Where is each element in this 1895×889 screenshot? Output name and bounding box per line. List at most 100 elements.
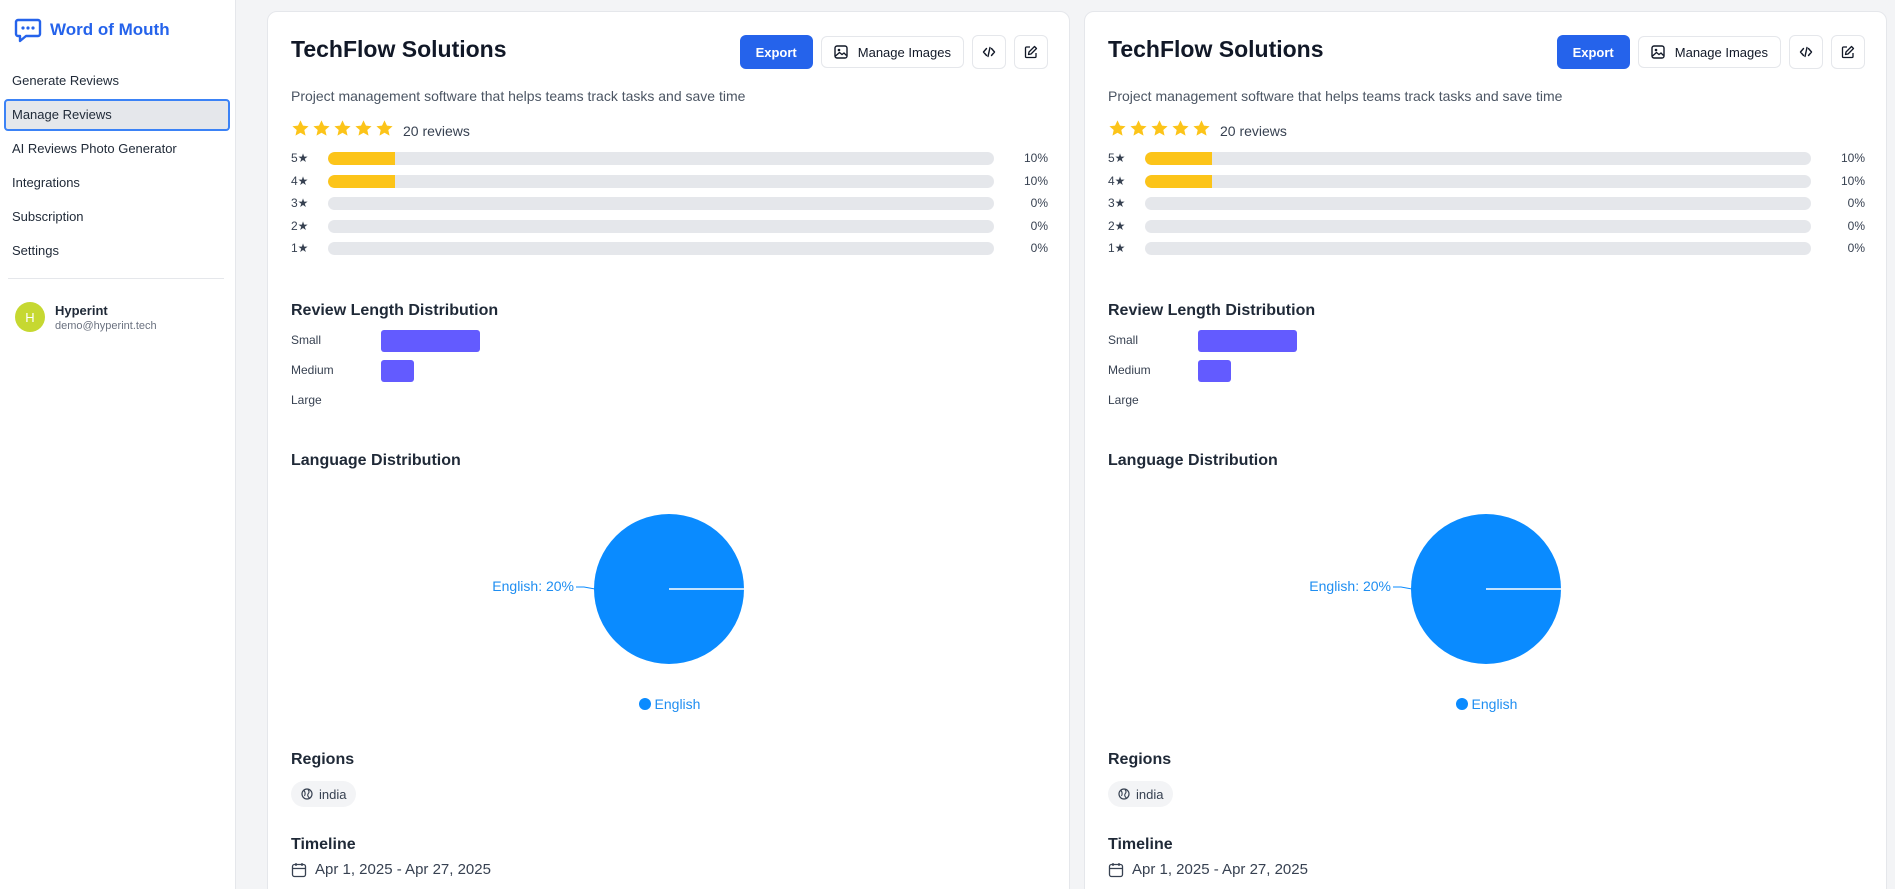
language-pie-chart: English: 20% <box>1309 514 1561 664</box>
star-icon <box>1151 120 1168 136</box>
rating-row-label: 4★ <box>291 173 309 188</box>
sidebar-item-ai-reviews-photo-generator[interactable]: AI Reviews Photo Generator <box>4 133 230 165</box>
rating-row: 5★ 10% <box>1108 148 1865 171</box>
length-row-label: Small <box>291 333 322 347</box>
length-row: Small <box>1108 330 1508 352</box>
timeline: Apr 1, 2025 - Apr 27, 2025 <box>1108 861 1308 878</box>
rating-row-percent: 10% <box>1840 173 1865 188</box>
rating-row: 4★ 10% <box>291 171 1048 194</box>
region-chip: india <box>291 781 357 807</box>
rating-row-label: 5★ <box>1108 151 1126 165</box>
rating-bar-fill <box>328 174 395 188</box>
embed-code-button[interactable] <box>972 35 1006 69</box>
language-distribution-title: Language Distribution <box>291 452 461 469</box>
pie-legend[interactable]: English <box>1108 696 1865 712</box>
sidebar-item-integrations[interactable]: Integrations <box>4 167 230 199</box>
sidebar-item-generate-reviews[interactable]: Generate Reviews <box>4 65 230 97</box>
rating-row-percent: 0% <box>1847 218 1865 233</box>
globe-icon <box>301 788 313 800</box>
rating-row: 2★ 0% <box>1108 216 1865 239</box>
rating-row-percent: 10% <box>1023 151 1048 165</box>
manage-images-label: Manage Images <box>857 44 951 60</box>
export-button[interactable]: Export <box>1556 35 1630 69</box>
star-icon <box>292 120 309 136</box>
rating-bar-track <box>328 197 994 210</box>
length-bar <box>1198 330 1297 352</box>
card-actions: Export Manage Images <box>1556 35 1865 69</box>
rating-bar-track <box>1145 219 1811 233</box>
user-name: Hyperint <box>55 302 108 318</box>
length-row-label: Large <box>291 393 322 407</box>
sidebar-item-manage-reviews[interactable]: Manage Reviews <box>4 99 230 131</box>
sidebar: Word of Mouth Generate Reviews Manage Re… <box>0 0 236 889</box>
region-label: india <box>1136 786 1164 802</box>
image-icon <box>834 45 848 59</box>
card-actions: Export Manage Images <box>739 35 1048 69</box>
timeline-range: Apr 1, 2025 - Apr 27, 2025 <box>1132 861 1308 878</box>
rating-row-label: 1★ <box>291 241 309 255</box>
legend-swatch <box>638 698 651 710</box>
pie-legend[interactable]: English <box>291 696 1048 712</box>
brand[interactable]: Word of Mouth <box>14 16 170 44</box>
length-bar <box>1198 360 1231 382</box>
manage-images-button[interactable]: Manage Images <box>820 36 964 68</box>
star-icon <box>313 120 330 136</box>
rating-row-label: 2★ <box>1108 218 1126 233</box>
region-label: india <box>319 786 347 802</box>
embed-code-button[interactable] <box>1789 35 1823 69</box>
chat-bubble-icon <box>14 18 42 43</box>
length-row: Large <box>291 390 691 412</box>
language-pie-chart: English: 20% <box>492 514 744 664</box>
star-icon <box>355 120 372 136</box>
pie-slice-label: English: 20% <box>492 578 574 594</box>
avatar: H <box>15 302 45 332</box>
code-icon <box>982 46 996 58</box>
edit-icon <box>1024 45 1038 59</box>
length-row-label: Medium <box>291 363 334 377</box>
rating-row-percent: 10% <box>1840 151 1865 165</box>
manage-images-label: Manage Images <box>1674 44 1768 60</box>
timeline-range: Apr 1, 2025 - Apr 27, 2025 <box>315 861 491 878</box>
length-row: Medium <box>291 360 691 382</box>
rating-row: 3★ 0% <box>1108 193 1865 216</box>
star-icon <box>334 120 351 136</box>
rating-row-label: 4★ <box>1108 173 1126 188</box>
image-icon <box>1651 45 1665 59</box>
length-bar <box>381 360 414 382</box>
edit-button[interactable] <box>1014 35 1048 69</box>
rating-distribution: 5★ 10% 4★ 10% 3★ 0% 2★ 0% 1★ 0% <box>1108 148 1865 261</box>
rating-row: 5★ 10% <box>291 148 1048 171</box>
rating-bar-track <box>328 219 994 233</box>
rating-bar-fill <box>1145 152 1212 165</box>
rating-bar-track <box>1145 174 1811 188</box>
rating-row: 1★ 0% <box>1108 238 1865 261</box>
edit-icon <box>1841 45 1855 59</box>
review-length-title: Review Length Distribution <box>291 302 499 319</box>
star-icon <box>1109 120 1126 136</box>
region-chip: india <box>1108 781 1174 807</box>
timeline-title: Timeline <box>1108 836 1173 853</box>
rating-row: 2★ 0% <box>291 216 1048 239</box>
export-button[interactable]: Export <box>739 35 813 69</box>
rating-row-label: 3★ <box>291 196 309 210</box>
sidebar-divider <box>8 278 224 279</box>
edit-button[interactable] <box>1831 35 1865 69</box>
manage-images-button[interactable]: Manage Images <box>1637 36 1781 68</box>
rating-bar-fill <box>1145 174 1212 188</box>
rating-bar-fill <box>328 152 395 165</box>
user-email: demo@hyperint.tech <box>55 319 157 332</box>
globe-icon <box>1118 788 1130 800</box>
rating-row-percent: 0% <box>1030 241 1048 255</box>
product-card: TechFlow Solutions Export Manage Images <box>267 11 1070 889</box>
rating-row-percent: 0% <box>1030 196 1048 210</box>
sidebar-item-settings[interactable]: Settings <box>4 235 230 267</box>
rating-row-label: 2★ <box>291 218 309 233</box>
star-icon <box>376 120 393 136</box>
user-profile[interactable]: H Hyperint demo@hyperint.tech <box>15 302 157 332</box>
rating-bar-track <box>328 152 994 165</box>
length-row: Small <box>291 330 691 352</box>
pie-label-leader <box>576 586 596 590</box>
rating-row: 1★ 0% <box>291 238 1048 261</box>
sidebar-item-subscription[interactable]: Subscription <box>4 201 230 233</box>
rating-row-label: 5★ <box>291 151 309 165</box>
